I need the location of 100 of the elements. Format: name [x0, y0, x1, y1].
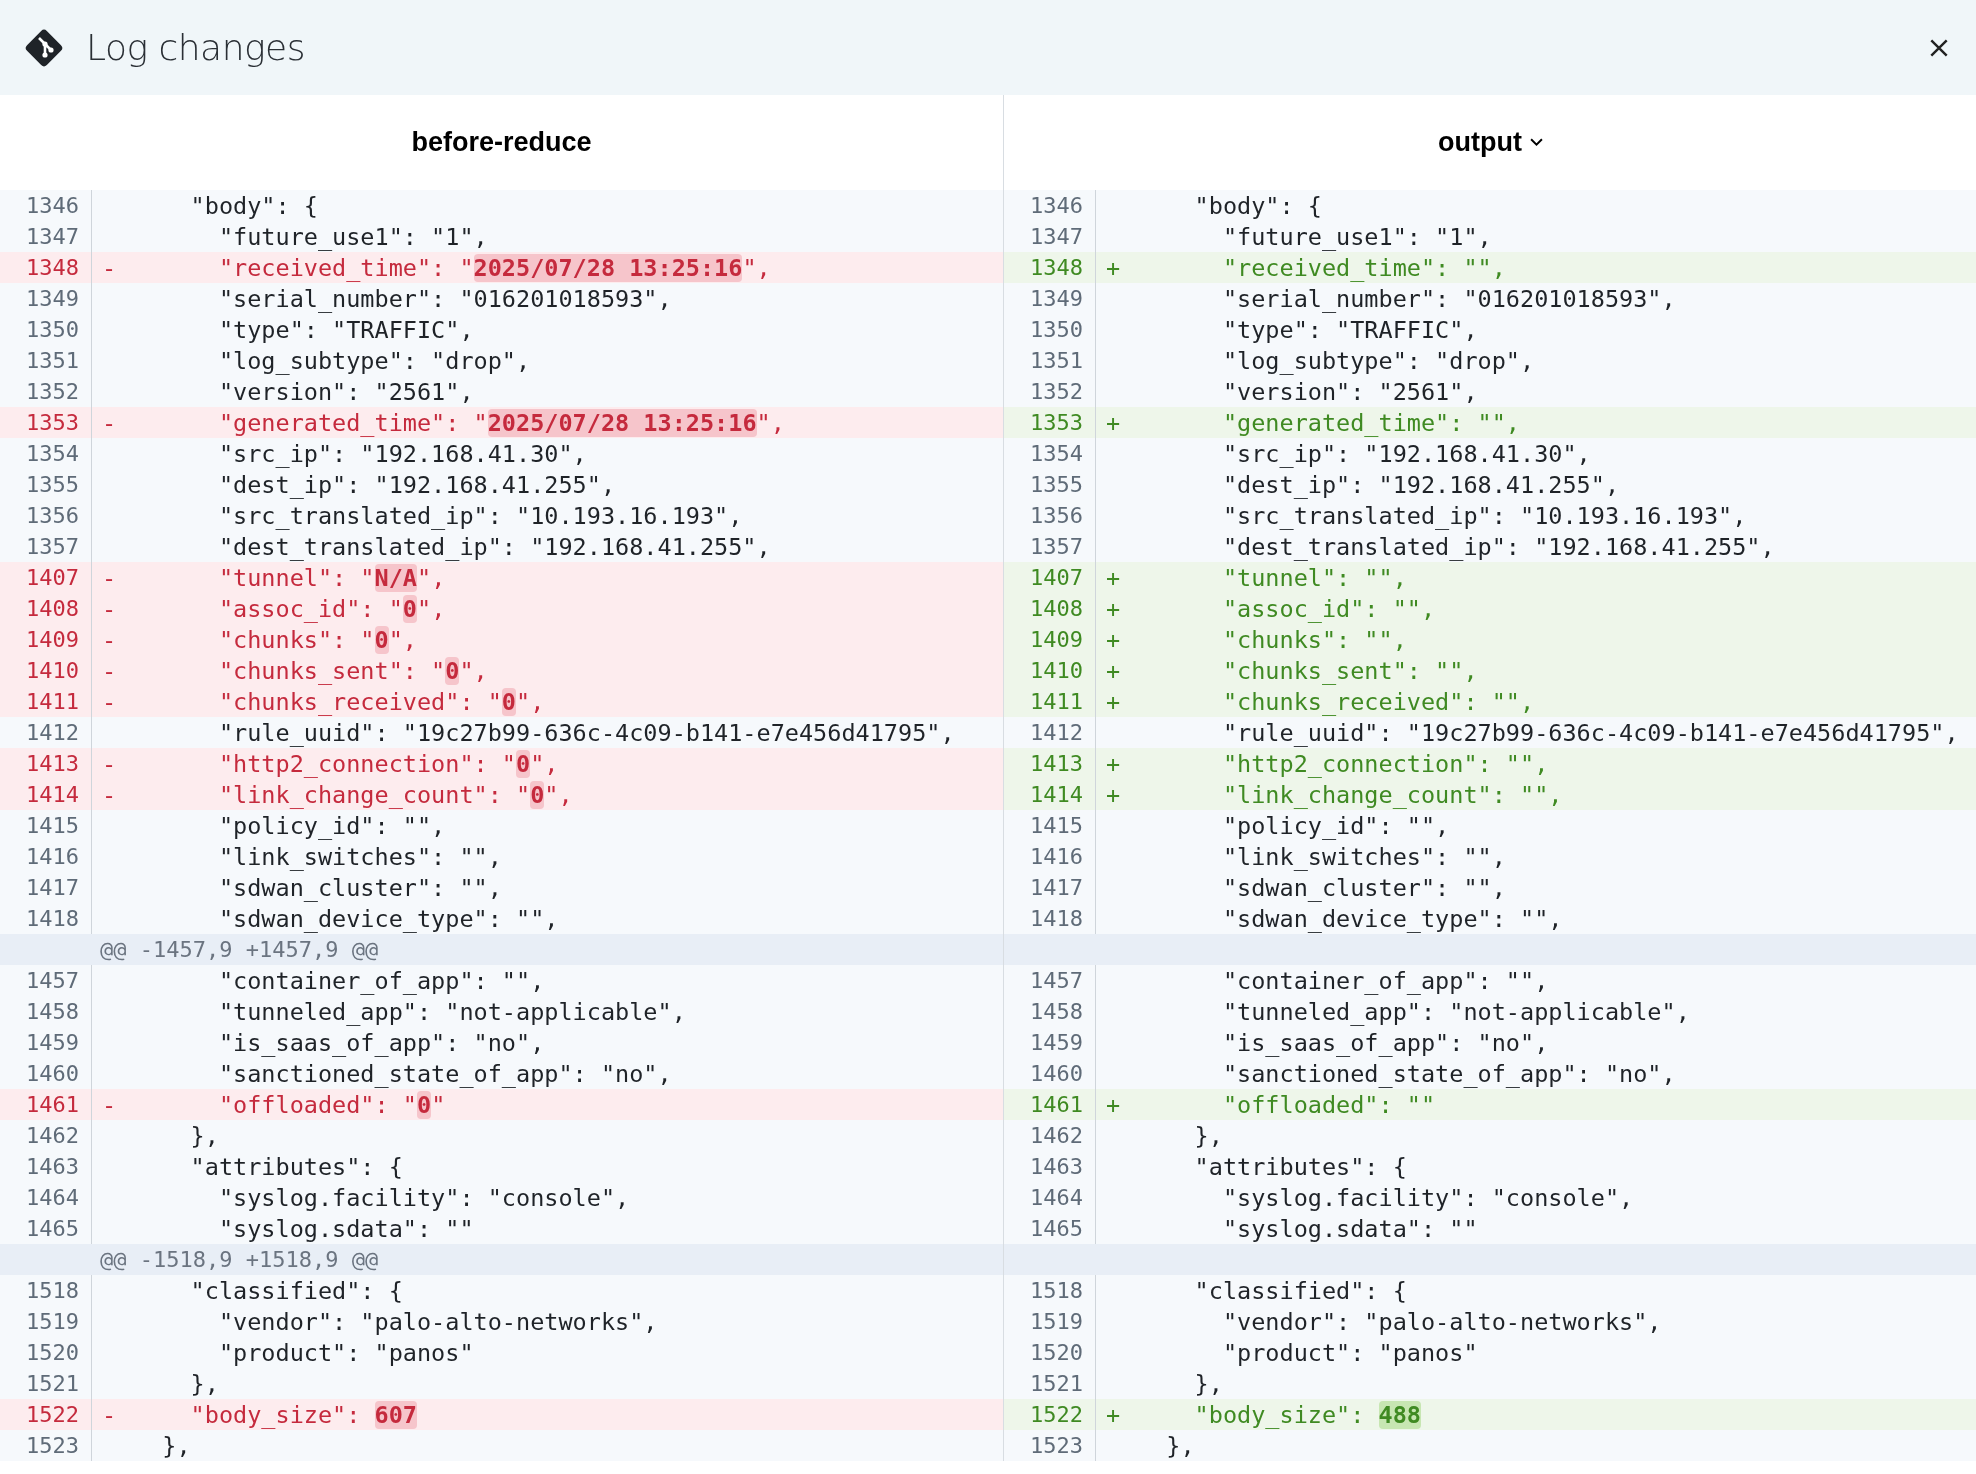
- diff-marker: -: [102, 594, 117, 623]
- code-line: "sdwan_cluster": "",: [1221, 873, 1506, 902]
- line-number: 1354: [26, 441, 79, 466]
- line-number: 1350: [1030, 317, 1083, 342]
- line-number: 1349: [26, 286, 79, 311]
- code-line: "syslog.facility": "console",: [217, 1183, 630, 1212]
- line-number: 1416: [26, 844, 79, 869]
- line-number: 1519: [26, 1309, 79, 1334]
- code-line: "dest_translated_ip": "192.168.41.255",: [217, 532, 771, 561]
- code-line: "received_time": "2025/07/28 13:25:16",: [217, 253, 771, 282]
- code-line: "assoc_id": "0",: [217, 594, 446, 623]
- code-line: "tunneled_app": "not-applicable",: [1221, 997, 1690, 1026]
- line-number: 1351: [26, 348, 79, 373]
- line-number: 1520: [1030, 1340, 1083, 1365]
- line-number: 1457: [1030, 968, 1083, 993]
- line-number: 1462: [26, 1123, 79, 1148]
- code-line: "chunks_sent": "",: [1221, 656, 1478, 685]
- code-line: "link_change_count": "",: [1221, 780, 1563, 809]
- line-number: 1522: [26, 1402, 79, 1427]
- dialog-title: Log changes: [86, 27, 305, 68]
- code-line: },: [189, 1121, 219, 1150]
- line-number: 1418: [1030, 906, 1083, 931]
- code-line: "sdwan_device_type": "",: [1221, 904, 1563, 933]
- code-line: "classified": {: [189, 1276, 403, 1305]
- line-number: 1414: [26, 782, 79, 807]
- code-line: "vendor": "palo-alto-networks",: [217, 1307, 658, 1336]
- line-number: 1417: [26, 875, 79, 900]
- code-line: "syslog.sdata": "": [1221, 1214, 1478, 1243]
- line-number: 1463: [1030, 1154, 1083, 1179]
- diff-marker: +: [1106, 594, 1121, 623]
- diff-marker: +: [1106, 656, 1121, 685]
- code-line: "dest_ip": "192.168.41.255",: [217, 470, 616, 499]
- code-line: },: [1193, 1369, 1223, 1398]
- code-line: },: [161, 1431, 191, 1460]
- line-number: 1465: [26, 1216, 79, 1241]
- diff-marker: +: [1106, 563, 1121, 592]
- line-number: 1357: [1030, 534, 1083, 559]
- code-line: "version": "2561",: [217, 377, 474, 406]
- code-line: "chunks_received": "",: [1221, 687, 1535, 716]
- code-line: "chunks_sent": "0",: [217, 656, 488, 685]
- code-line: "body": {: [1193, 191, 1322, 220]
- diff-marker: -: [102, 780, 117, 809]
- code-line: "sanctioned_state_of_app": "no",: [217, 1059, 672, 1088]
- line-number: 1522: [1030, 1402, 1083, 1427]
- code-line: "syslog.facility": "console",: [1221, 1183, 1634, 1212]
- line-number: 1407: [26, 565, 79, 590]
- code-line: "log_subtype": "drop",: [217, 346, 531, 375]
- code-line: "sdwan_device_type": "",: [217, 904, 559, 933]
- line-number: 1357: [26, 534, 79, 559]
- code-line: "body": {: [189, 191, 318, 220]
- line-number: 1350: [26, 317, 79, 342]
- diff-marker: -: [102, 563, 117, 592]
- line-number: 1459: [1030, 1030, 1083, 1055]
- diff-marker: -: [102, 687, 117, 716]
- code-line: "http2_connection": "",: [1221, 749, 1549, 778]
- line-number: 1355: [1030, 472, 1083, 497]
- code-line: "container_of_app": "",: [1221, 966, 1549, 995]
- line-number: 1410: [26, 658, 79, 683]
- line-number: 1523: [26, 1433, 79, 1458]
- line-number: 1461: [1030, 1092, 1083, 1117]
- code-line: "generated_time": "",: [1221, 408, 1520, 437]
- hunk-header: @@ -1457,9 +1457,9 @@: [100, 937, 379, 962]
- diff-marker: +: [1106, 1090, 1121, 1119]
- diff-marker: +: [1106, 1400, 1121, 1429]
- code-line: "link_change_count": "0",: [217, 780, 573, 809]
- line-number: 1459: [26, 1030, 79, 1055]
- code-line: "chunks_received": "0",: [217, 687, 545, 716]
- line-number: 1347: [26, 224, 79, 249]
- line-number: 1416: [1030, 844, 1083, 869]
- line-number: 1460: [26, 1061, 79, 1086]
- pane-title: before-reduce: [411, 127, 592, 158]
- code-line: "attributes": {: [1193, 1152, 1407, 1181]
- line-number: 1409: [1030, 627, 1083, 652]
- code-line: "dest_ip": "192.168.41.255",: [1221, 470, 1620, 499]
- line-number: 1415: [1030, 813, 1083, 838]
- code-line: "attributes": {: [189, 1152, 403, 1181]
- line-number: 1353: [26, 410, 79, 435]
- line-number: 1414: [1030, 782, 1083, 807]
- version-dropdown[interactable]: output: [1438, 127, 1543, 158]
- line-number: 1520: [26, 1340, 79, 1365]
- line-number: 1348: [26, 255, 79, 280]
- line-number: 1460: [1030, 1061, 1083, 1086]
- line-number: 1413: [26, 751, 79, 776]
- line-number: 1458: [1030, 999, 1083, 1024]
- code-line: "log_subtype": "drop",: [1221, 346, 1535, 375]
- code-line: "policy_id": "",: [217, 811, 446, 840]
- close-icon: [1930, 38, 1948, 57]
- diff-marker: +: [1106, 253, 1121, 282]
- line-number: 1465: [1030, 1216, 1083, 1241]
- code-line: "http2_connection": "0",: [217, 749, 559, 778]
- line-number: 1462: [1030, 1123, 1083, 1148]
- code-line: "product": "panos": [217, 1338, 474, 1367]
- code-line: "vendor": "palo-alto-networks",: [1221, 1307, 1662, 1336]
- diff-marker: -: [102, 625, 117, 654]
- code-line: "src_ip": "192.168.41.30",: [217, 439, 587, 468]
- code-line: },: [1165, 1431, 1195, 1460]
- diff-marker: +: [1106, 408, 1121, 437]
- code-line: "src_translated_ip": "10.193.16.193",: [217, 501, 743, 530]
- code-line: "sanctioned_state_of_app": "no",: [1221, 1059, 1676, 1088]
- diff-marker: +: [1106, 625, 1121, 654]
